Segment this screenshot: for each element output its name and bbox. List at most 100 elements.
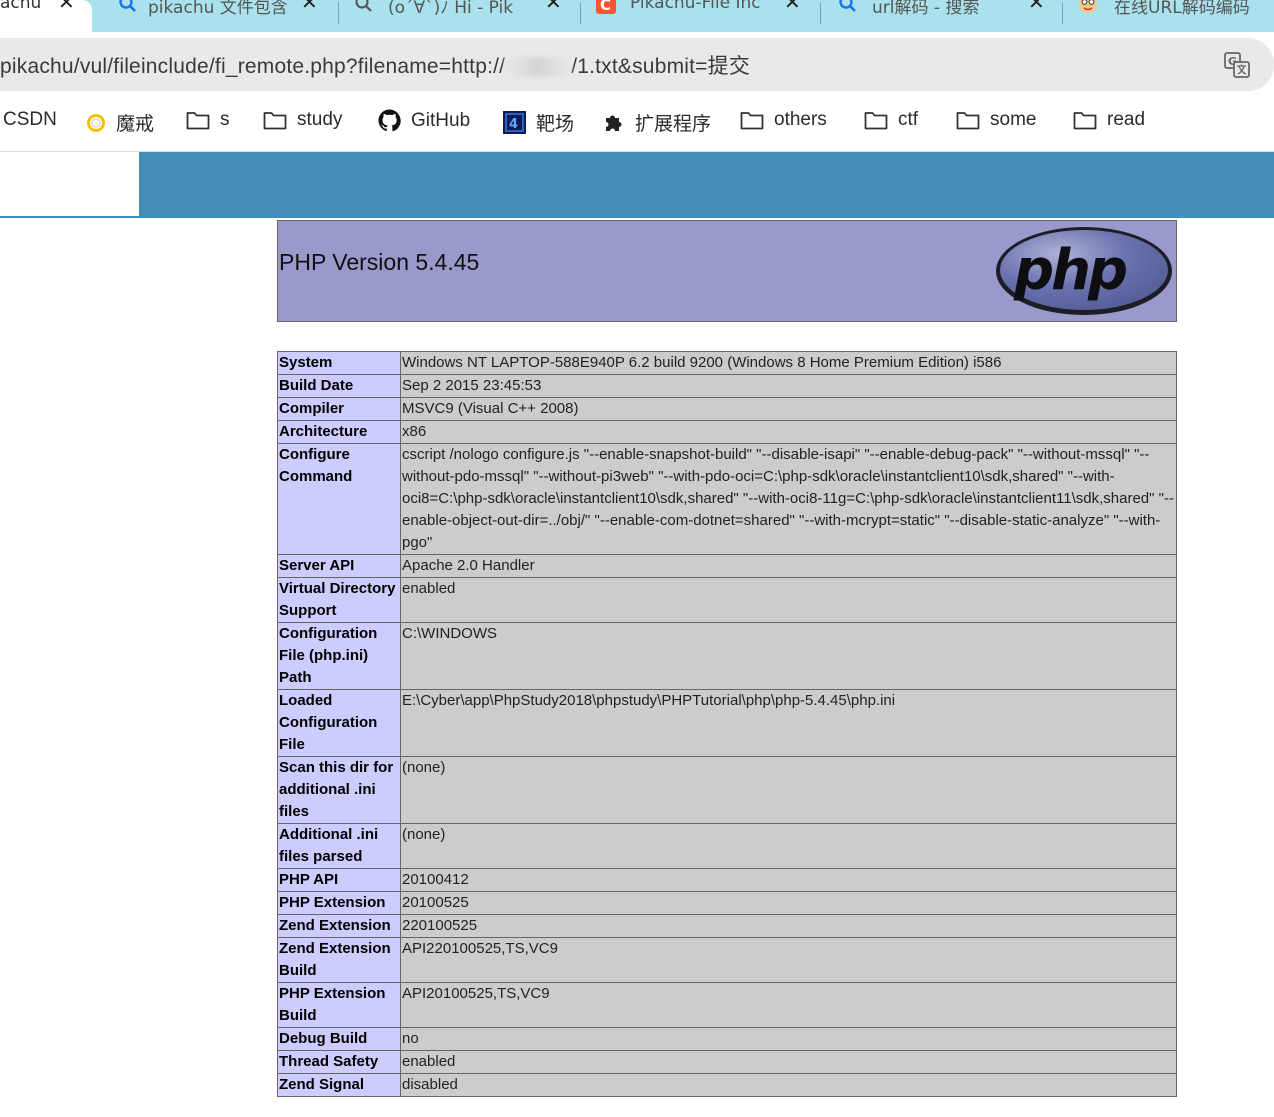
config-value: Sep 2 2015 23:45:53 <box>400 374 1177 398</box>
config-key: Architecture <box>277 420 401 444</box>
config-value: disabled <box>400 1073 1177 1097</box>
url-suffix: /1.txt&submit=提交 <box>571 55 751 78</box>
bookmark-folder-ctf[interactable]: ctf <box>864 109 918 131</box>
bookmark-label: GitHub <box>411 109 471 131</box>
close-icon[interactable]: ✕ <box>784 0 801 14</box>
folder-icon <box>956 112 980 130</box>
config-value: 20100525 <box>400 891 1177 915</box>
phpinfo-table: System Windows NT LAPTOP-588E940P 6.2 bui… <box>277 351 1177 1097</box>
github-icon <box>378 109 401 132</box>
close-icon[interactable]: ✕ <box>545 0 562 14</box>
puzzle-icon <box>606 115 622 131</box>
tab-title: Pikachu-File Inc <box>630 0 761 13</box>
bookmark-folder-some[interactable]: some <box>956 109 1036 131</box>
tab-separator <box>820 2 821 24</box>
config-value: E:\Cyber\app\PhpStudy2018\phpstudy\PHPTu… <box>400 689 1177 757</box>
config-value: cscript /nologo configure.js "--enable-s… <box>400 443 1177 555</box>
svg-text:4: 4 <box>509 117 518 132</box>
tab-pikachu-active[interactable]: achu ✕ <box>0 0 92 32</box>
php-logo: php <box>996 227 1172 315</box>
bookmark-label: others <box>774 109 827 130</box>
config-key: System <box>277 351 401 375</box>
config-key: Server API <box>277 554 401 578</box>
bookmark-label: study <box>297 109 343 130</box>
tab-title: 在线URL解码编码 <box>1114 0 1250 18</box>
folder-icon <box>740 112 764 130</box>
site-logo-area[interactable] <box>0 152 139 216</box>
search-icon <box>839 0 856 12</box>
table-row: Zend Extension 220100525 <box>277 914 1177 938</box>
translate-icon[interactable]: G <box>1224 52 1250 78</box>
table-row: Server API Apache 2.0 Handler <box>277 554 1177 578</box>
table-row: PHP API 20100412 <box>277 868 1177 892</box>
bookmark-extensions[interactable]: 扩展程序 <box>603 109 711 136</box>
bookmark-folder-others[interactable]: others <box>740 109 827 131</box>
table-row: Additional .ini files parsed (none) <box>277 823 1177 869</box>
folder-icon <box>263 112 287 130</box>
bookmark-label: some <box>990 109 1037 130</box>
tab-online-url-decode[interactable]: 在线URL解码编码 <box>1064 0 1274 32</box>
bookmark-label: 靶场 <box>536 114 575 135</box>
bookmark-label: s <box>220 109 230 130</box>
tab-title: pikachu 文件包含 <box>148 0 288 18</box>
config-key: Thread Safety <box>277 1050 401 1074</box>
config-value: MSVC9 (Visual C++ 2008) <box>400 397 1177 421</box>
cartoon-face-icon <box>1079 0 1097 13</box>
close-icon[interactable]: ✕ <box>58 0 75 14</box>
site-navbar <box>0 152 1274 218</box>
config-value: C:\WINDOWS <box>400 622 1177 690</box>
url-field[interactable]: pikachu/vul/fileinclude/fi_remote.php?fi… <box>0 38 1274 91</box>
table-row: Thread Safety enabled <box>277 1050 1177 1074</box>
config-key: Zend Extension Build <box>277 937 401 983</box>
bookmark-csdn[interactable]: CSDN <box>3 109 57 131</box>
config-key: Loaded Configuration File <box>277 689 401 757</box>
table-row: Compiler MSVC9 (Visual C++ 2008) <box>277 397 1177 421</box>
tab-title: (o´∀`)ﾉ Hi - Pik <box>388 0 514 18</box>
bookmark-ring[interactable]: 魔戒 <box>86 109 154 136</box>
search-icon <box>355 0 372 12</box>
bookmark-folder-study[interactable]: study <box>263 109 342 131</box>
tab-pikachu-file-inc[interactable]: C Pikachu-File Inc ✕ <box>582 0 818 32</box>
config-value: 220100525 <box>400 914 1177 938</box>
config-key: Configure Command <box>277 443 401 555</box>
tab-url-decode-search[interactable]: url解码 - 搜索 ✕ <box>822 0 1062 32</box>
tab-strip: achu ✕ pikachu 文件包含 ✕ (o´∀`)ﾉ Hi - Pik ✕… <box>0 0 1274 32</box>
bookmark-label: 魔戒 <box>116 114 155 135</box>
config-value: (none) <box>400 823 1177 869</box>
config-value: API20100525,TS,VC9 <box>400 982 1177 1028</box>
config-key: Zend Signal <box>277 1073 401 1097</box>
table-row: System Windows NT LAPTOP-588E940P 6.2 bui… <box>277 351 1177 375</box>
config-value: Windows NT LAPTOP-588E940P 6.2 build 920… <box>400 351 1177 375</box>
config-value: 20100412 <box>400 868 1177 892</box>
bookmark-folder-read[interactable]: read <box>1073 109 1145 131</box>
php-logo-text: php <box>1013 238 1126 303</box>
config-key: Virtual Directory Support <box>277 577 401 623</box>
tab-pikachu-fileinclude[interactable]: pikachu 文件包含 ✕ <box>96 0 336 32</box>
close-icon[interactable]: ✕ <box>1028 0 1045 14</box>
close-icon[interactable]: ✕ <box>301 0 318 14</box>
config-key: Scan this dir for additional .ini files <box>277 756 401 824</box>
tab-separator <box>580 2 581 24</box>
config-value: API220100525,TS,VC9 <box>400 937 1177 983</box>
table-row: Zend Extension Build API220100525,TS,VC9 <box>277 937 1177 983</box>
table-row: Architecture x86 <box>277 420 1177 444</box>
config-key: PHP API <box>277 868 401 892</box>
csdn-icon: C <box>596 0 616 14</box>
ring-icon <box>87 113 105 132</box>
config-key: Zend Extension <box>277 914 401 938</box>
bookmarks-bar: CSDN 魔戒 s study GitHub 4 靶场 扩展程序 others … <box>0 92 1274 152</box>
config-key: Additional .ini files parsed <box>277 823 401 869</box>
config-key: PHP Extension Build <box>277 982 401 1028</box>
url-text[interactable]: pikachu/vul/fileinclude/fi_remote.php?fi… <box>0 50 750 80</box>
url-redacted-host <box>505 57 572 78</box>
bookmark-range[interactable]: 4 靶场 <box>503 109 574 136</box>
config-key: Debug Build <box>277 1027 401 1051</box>
config-value: enabled <box>400 577 1177 623</box>
bookmark-github[interactable]: GitHub <box>378 109 470 132</box>
table-row: Virtual Directory Support enabled <box>277 577 1177 623</box>
target-app-icon: 4 <box>503 111 526 134</box>
config-value: Apache 2.0 Handler <box>400 554 1177 578</box>
page-title: PHP Version 5.4.45 <box>279 249 480 275</box>
bookmark-folder-s[interactable]: s <box>186 109 230 131</box>
tab-hi-pikachu[interactable]: (o´∀`)ﾉ Hi - Pik ✕ <box>340 0 578 32</box>
